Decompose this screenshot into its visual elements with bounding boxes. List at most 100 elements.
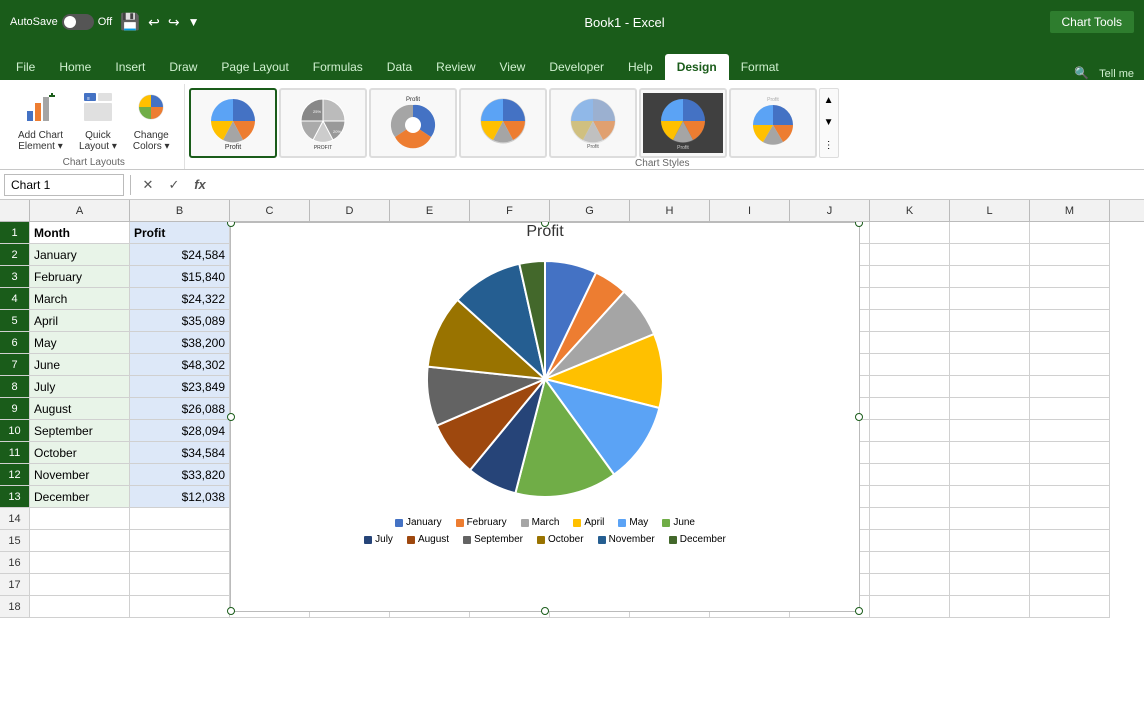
- col-header-j[interactable]: J: [790, 200, 870, 221]
- quick-layout-button[interactable]: ≡ QuickLayout ▾: [73, 88, 123, 155]
- formula-input[interactable]: [215, 174, 1140, 196]
- cell-m5[interactable]: [1030, 310, 1110, 332]
- search-icon[interactable]: 🔍: [1064, 66, 1099, 80]
- cell-l7[interactable]: [950, 354, 1030, 376]
- cell-m17[interactable]: [1030, 574, 1110, 596]
- cell-l15[interactable]: [950, 530, 1030, 552]
- cell-b10[interactable]: $28,094: [130, 420, 230, 442]
- chart-style-scroll[interactable]: ▲ ▼ ⋮: [819, 88, 839, 158]
- cell-k18[interactable]: [870, 596, 950, 618]
- cell-a6[interactable]: May: [30, 332, 130, 354]
- cell-b11[interactable]: $34,584: [130, 442, 230, 464]
- cell-b1[interactable]: Profit: [130, 222, 230, 244]
- tab-view[interactable]: View: [488, 54, 538, 80]
- cell-b13[interactable]: $12,038: [130, 486, 230, 508]
- cell-m7[interactable]: [1030, 354, 1110, 376]
- chart-overlay[interactable]: Profit JanuaryFebruaryMarchAprilMayJuneJ…: [230, 222, 860, 612]
- cell-k12[interactable]: [870, 464, 950, 486]
- cell-a10[interactable]: September: [30, 420, 130, 442]
- tab-draw[interactable]: Draw: [157, 54, 209, 80]
- cell-b9[interactable]: $26,088: [130, 398, 230, 420]
- cell-m18[interactable]: [1030, 596, 1110, 618]
- cell-k17[interactable]: [870, 574, 950, 596]
- handle-bottom-left[interactable]: [227, 607, 235, 615]
- handle-left[interactable]: [227, 413, 235, 421]
- cell-k3[interactable]: [870, 266, 950, 288]
- chart-style-2[interactable]: PROFIT 25% 20%: [279, 88, 367, 158]
- cell-b16[interactable]: [130, 552, 230, 574]
- cell-m12[interactable]: [1030, 464, 1110, 486]
- cell-a7[interactable]: June: [30, 354, 130, 376]
- col-header-c[interactable]: C: [230, 200, 310, 221]
- chart-style-5[interactable]: Profit: [549, 88, 637, 158]
- cell-l13[interactable]: [950, 486, 1030, 508]
- cell-k16[interactable]: [870, 552, 950, 574]
- save-icon[interactable]: 💾: [120, 12, 140, 32]
- col-header-m[interactable]: M: [1030, 200, 1110, 221]
- cell-m2[interactable]: [1030, 244, 1110, 266]
- cell-l6[interactable]: [950, 332, 1030, 354]
- cell-l4[interactable]: [950, 288, 1030, 310]
- chart-style-3[interactable]: Profit: [369, 88, 457, 158]
- col-header-h[interactable]: H: [630, 200, 710, 221]
- cell-l18[interactable]: [950, 596, 1030, 618]
- handle-bottom-right[interactable]: [855, 607, 863, 615]
- function-button[interactable]: fx: [189, 174, 211, 196]
- cell-a1[interactable]: Month: [30, 222, 130, 244]
- cell-k15[interactable]: [870, 530, 950, 552]
- cell-l12[interactable]: [950, 464, 1030, 486]
- cell-m4[interactable]: [1030, 288, 1110, 310]
- tab-developer[interactable]: Developer: [537, 54, 616, 80]
- cell-k11[interactable]: [870, 442, 950, 464]
- name-box[interactable]: [4, 174, 124, 196]
- cell-b8[interactable]: $23,849: [130, 376, 230, 398]
- cell-k14[interactable]: [870, 508, 950, 530]
- cell-l1[interactable]: [950, 222, 1030, 244]
- handle-right[interactable]: [855, 413, 863, 421]
- cell-k10[interactable]: [870, 420, 950, 442]
- cell-a14[interactable]: [30, 508, 130, 530]
- cell-b12[interactable]: $33,820: [130, 464, 230, 486]
- cell-b6[interactable]: $38,200: [130, 332, 230, 354]
- cell-a2[interactable]: January: [30, 244, 130, 266]
- add-chart-element-button[interactable]: Add ChartElement ▾: [12, 88, 69, 155]
- cell-a3[interactable]: February: [30, 266, 130, 288]
- cell-m3[interactable]: [1030, 266, 1110, 288]
- scroll-up-icon[interactable]: ▲: [824, 95, 834, 106]
- scroll-more-icon[interactable]: ⋮: [824, 140, 834, 151]
- cell-a11[interactable]: October: [30, 442, 130, 464]
- col-header-l[interactable]: L: [950, 200, 1030, 221]
- cell-b5[interactable]: $35,089: [130, 310, 230, 332]
- handle-bottom[interactable]: [541, 607, 549, 615]
- cell-a8[interactable]: July: [30, 376, 130, 398]
- autosave-toggle[interactable]: [62, 14, 94, 30]
- col-header-a[interactable]: A: [30, 200, 130, 221]
- cell-k8[interactable]: [870, 376, 950, 398]
- cell-k6[interactable]: [870, 332, 950, 354]
- cell-a9[interactable]: August: [30, 398, 130, 420]
- tab-review[interactable]: Review: [424, 54, 487, 80]
- cell-l16[interactable]: [950, 552, 1030, 574]
- cell-b17[interactable]: [130, 574, 230, 596]
- cell-b15[interactable]: [130, 530, 230, 552]
- tab-format[interactable]: Format: [729, 54, 791, 80]
- scroll-down-icon[interactable]: ▼: [824, 117, 834, 128]
- col-header-f[interactable]: F: [470, 200, 550, 221]
- cell-m16[interactable]: [1030, 552, 1110, 574]
- col-header-d[interactable]: D: [310, 200, 390, 221]
- cancel-button[interactable]: ✕: [137, 174, 159, 196]
- cell-l9[interactable]: [950, 398, 1030, 420]
- tab-insert[interactable]: Insert: [103, 54, 157, 80]
- tab-formulas[interactable]: Formulas: [301, 54, 375, 80]
- chart-style-1[interactable]: Profit: [189, 88, 277, 158]
- cell-k5[interactable]: [870, 310, 950, 332]
- cell-a15[interactable]: [30, 530, 130, 552]
- cell-l3[interactable]: [950, 266, 1030, 288]
- cell-m10[interactable]: [1030, 420, 1110, 442]
- cell-b4[interactable]: $24,322: [130, 288, 230, 310]
- cell-l17[interactable]: [950, 574, 1030, 596]
- cell-l10[interactable]: [950, 420, 1030, 442]
- cell-a5[interactable]: April: [30, 310, 130, 332]
- cell-l8[interactable]: [950, 376, 1030, 398]
- col-header-i[interactable]: I: [710, 200, 790, 221]
